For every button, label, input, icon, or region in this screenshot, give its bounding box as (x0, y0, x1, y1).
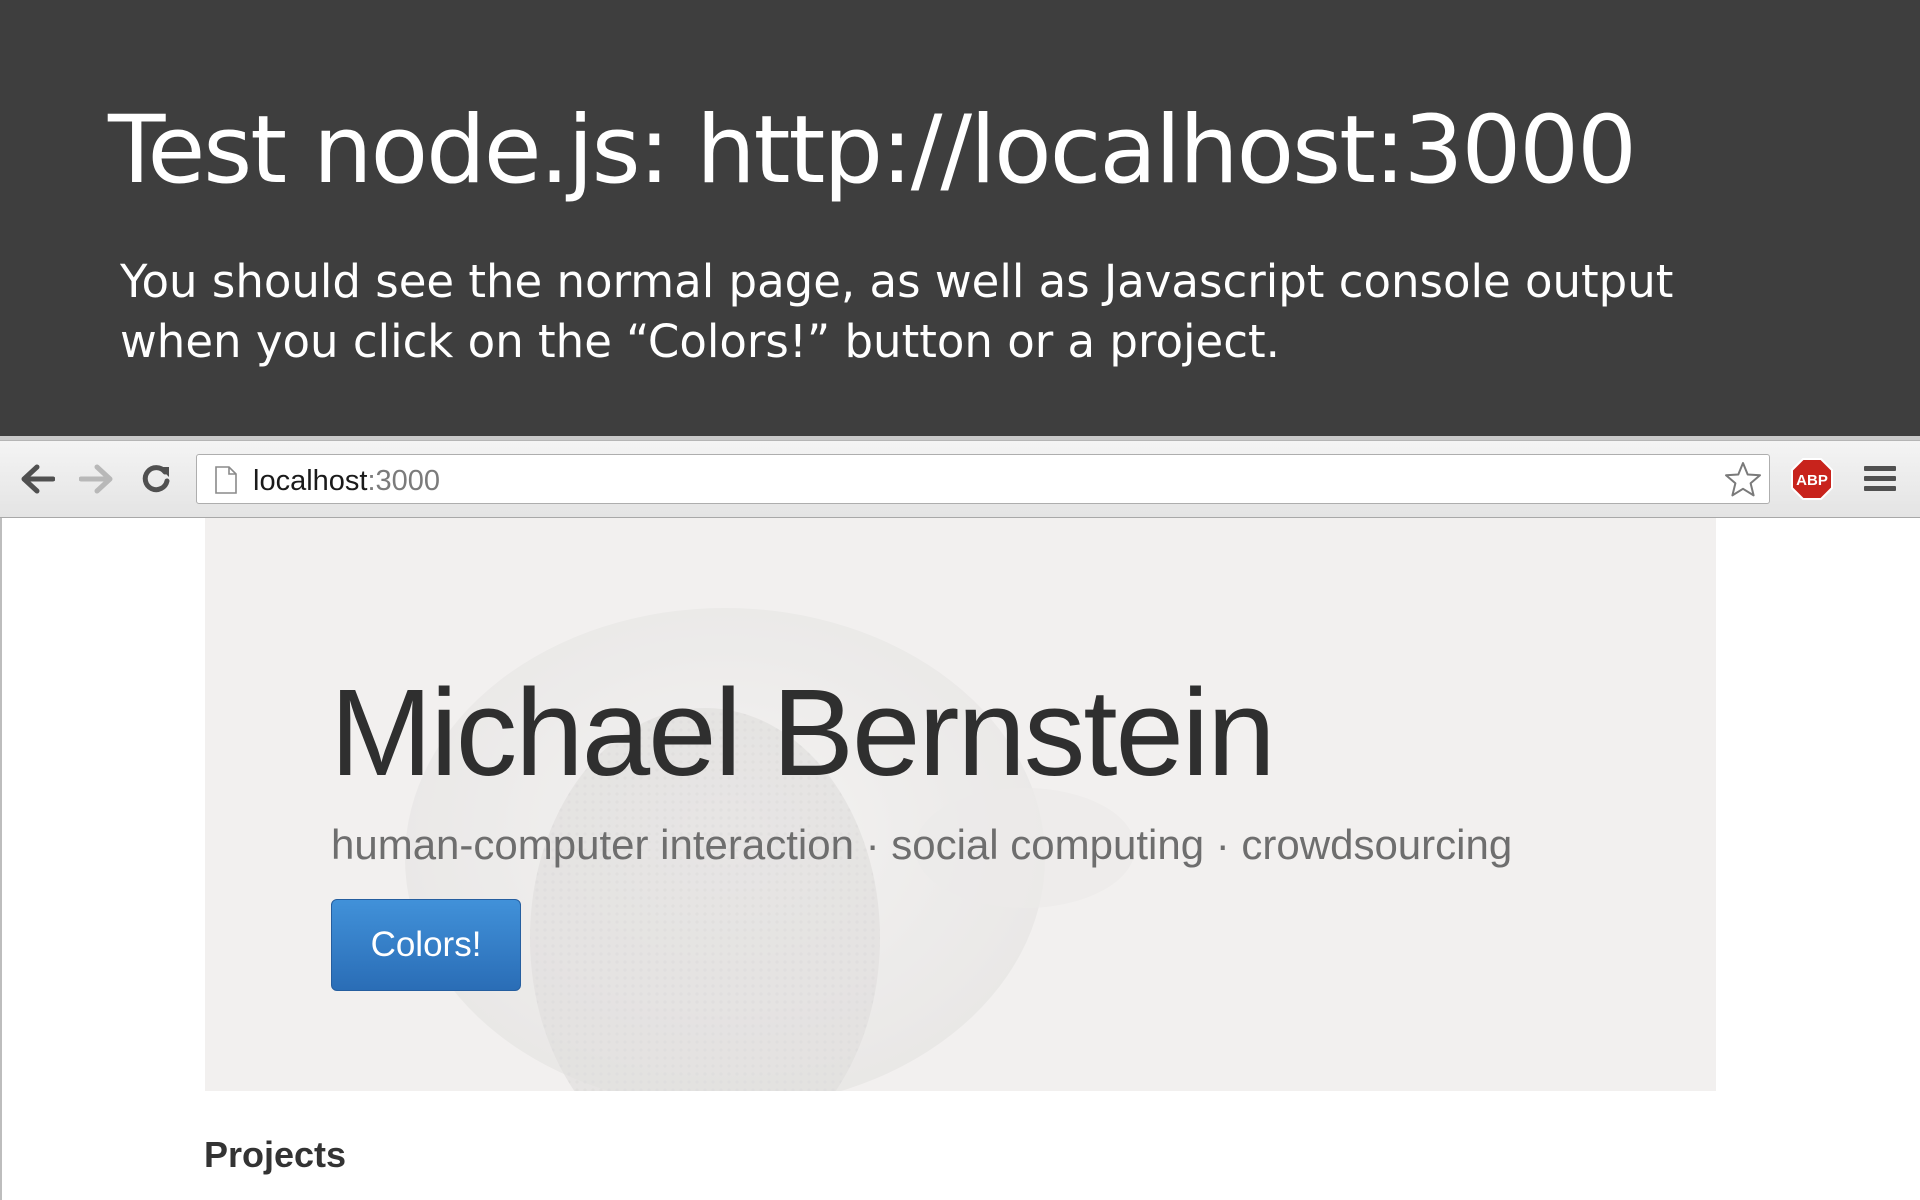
adblock-icon[interactable]: ABP (1790, 457, 1834, 501)
jumbotron: Michael Bernstein human-computer interac… (205, 518, 1716, 1091)
slide-title: Test node.js: http://localhost:3000 (108, 96, 1637, 205)
address-port: :3000 (367, 465, 441, 497)
bookmark-star-icon[interactable] (1723, 460, 1763, 505)
colors-button[interactable]: Colors! (331, 899, 521, 991)
back-arrow-icon[interactable] (16, 457, 60, 501)
earbud-background-image (205, 518, 1716, 1091)
svg-text:ABP: ABP (1796, 472, 1828, 489)
page-icon (215, 466, 237, 499)
slide: Test node.js: http://localhost:3000 You … (0, 0, 1920, 1200)
address-host: localhost (253, 465, 368, 497)
hero-name: Michael Bernstein (330, 665, 1276, 802)
browser-toolbar: localhost:3000 ABP (0, 441, 1920, 518)
address-bar[interactable]: localhost:3000 (196, 454, 1770, 504)
projects-heading: Projects (204, 1134, 347, 1175)
address-text: localhost:3000 (253, 465, 440, 498)
browser-window: localhost:3000 ABP Michael Bernstein hum… (0, 436, 1920, 1200)
forward-arrow-icon[interactable] (74, 457, 118, 501)
page-viewport: Michael Bernstein human-computer interac… (0, 518, 1920, 1200)
menu-icon[interactable] (1858, 457, 1902, 501)
hero-tagline: human-computer interaction · social comp… (331, 821, 1513, 868)
slide-subtitle: You should see the normal page, as well … (120, 255, 1674, 368)
reload-icon[interactable] (134, 457, 178, 501)
